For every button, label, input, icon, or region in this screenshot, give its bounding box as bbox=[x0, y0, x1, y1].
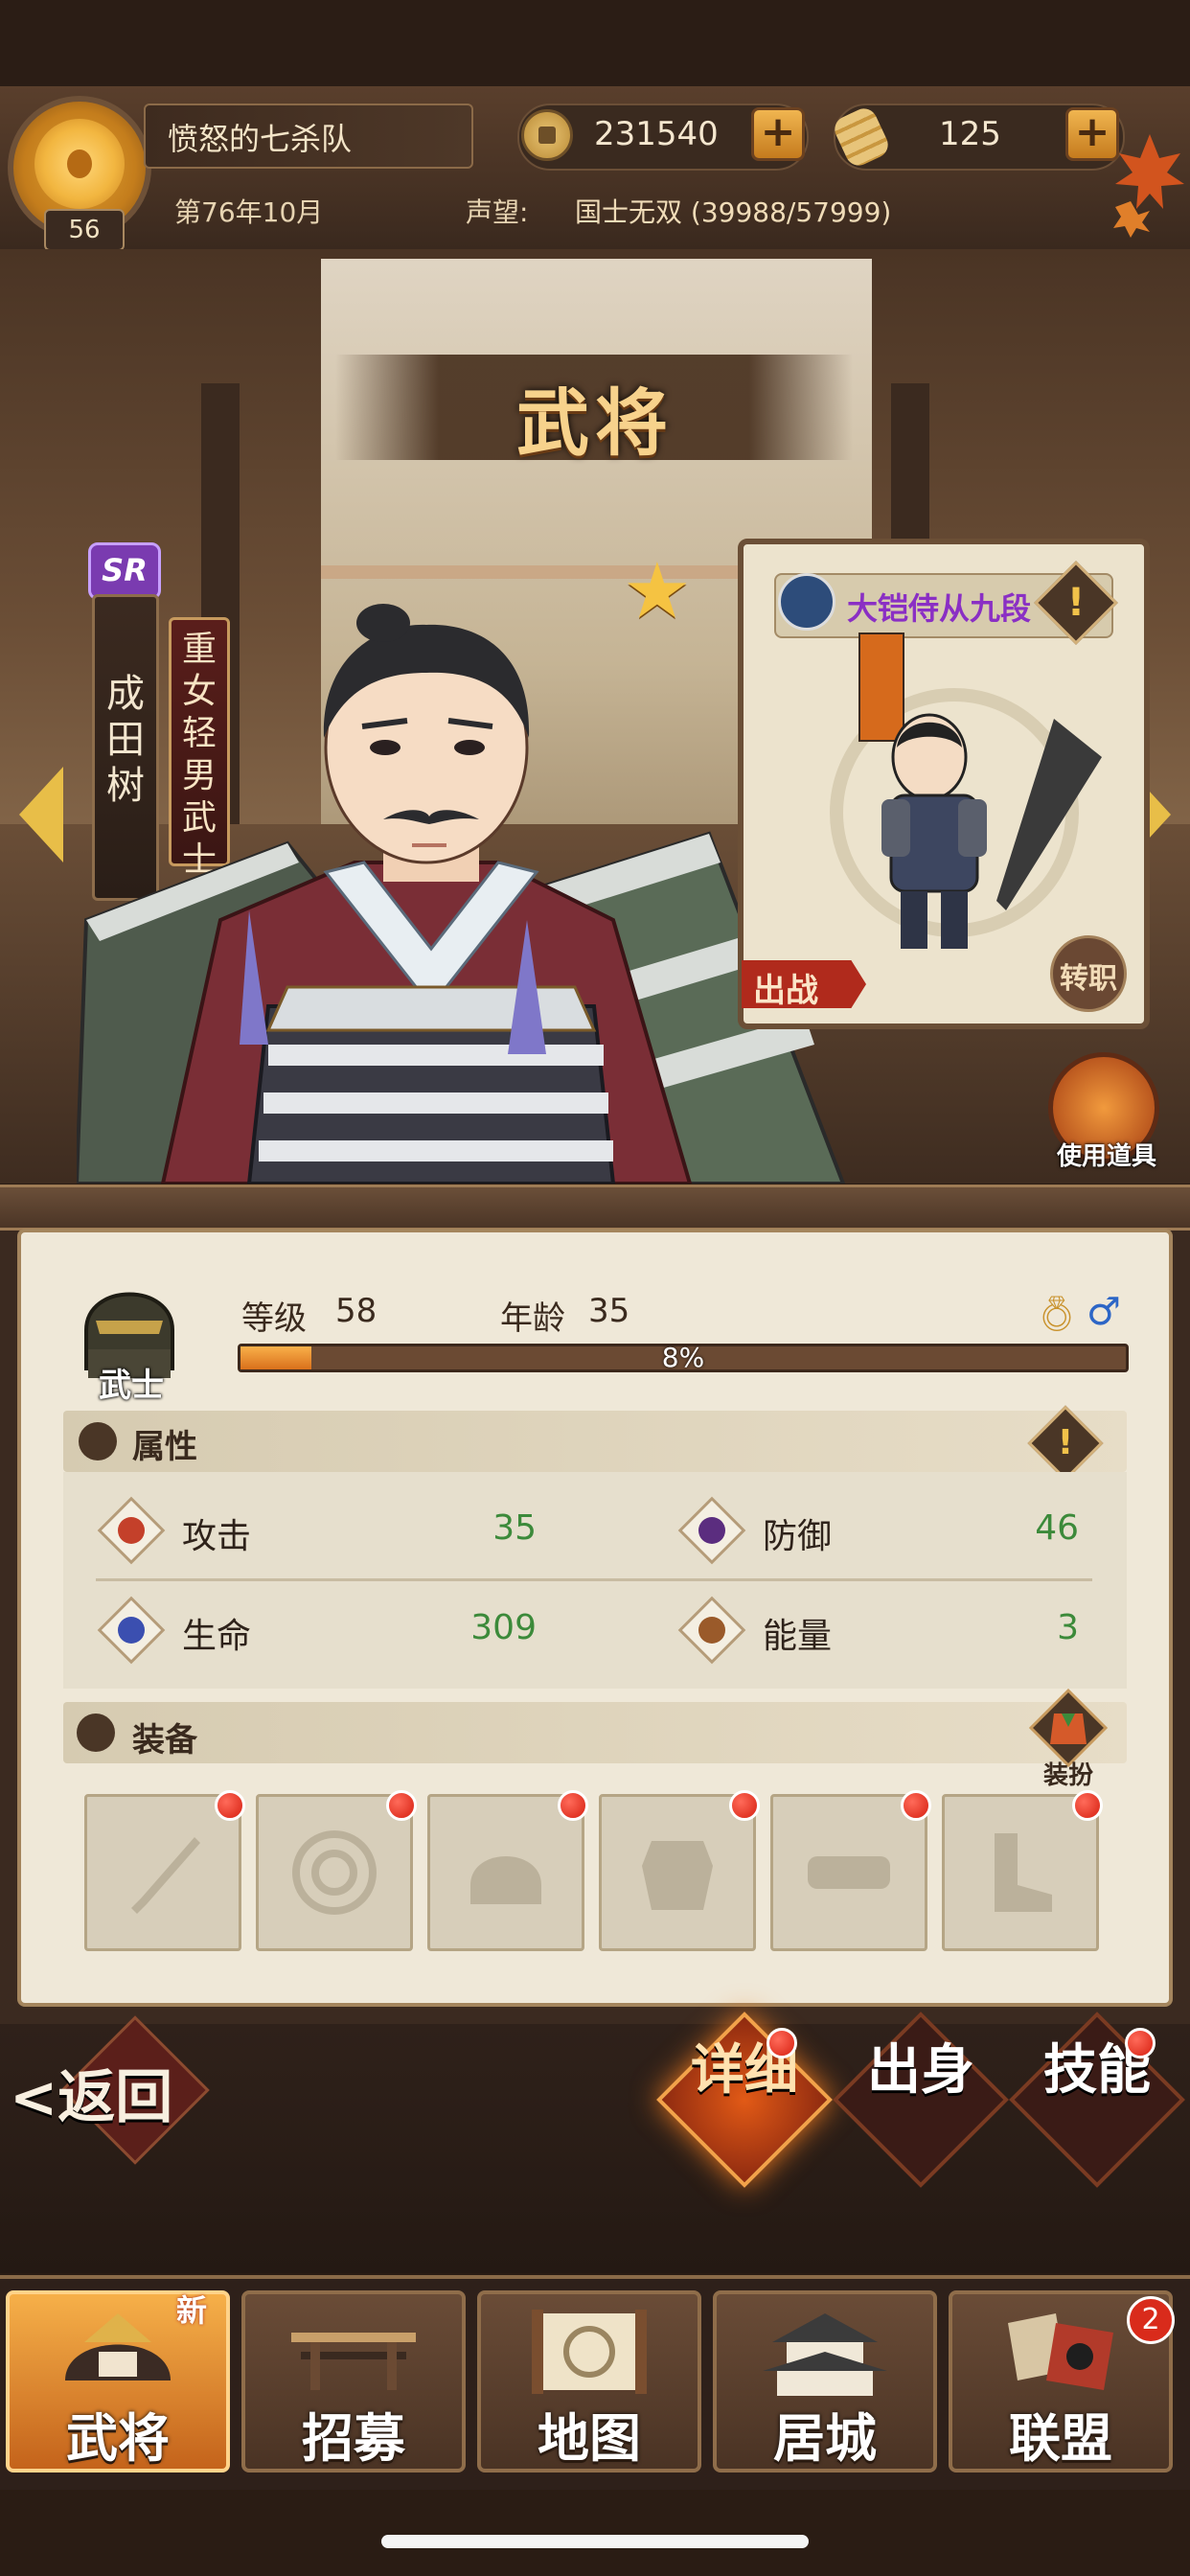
samurai-rank-icon bbox=[778, 573, 835, 631]
soldier-sprite bbox=[881, 713, 1102, 949]
maple-leaf-icon bbox=[1113, 134, 1184, 238]
class-label: 武士 bbox=[99, 1367, 164, 1405]
page-title: 武将 bbox=[516, 380, 674, 466]
level-label: 等级 bbox=[241, 1300, 307, 1338]
shield-slot-alert-dot bbox=[386, 1790, 417, 1821]
xp-percent: 8% bbox=[661, 1342, 705, 1373]
map-scroll-icon bbox=[532, 2310, 647, 2394]
panel-divider bbox=[0, 1184, 1190, 1230]
hero-portrait bbox=[77, 604, 846, 1184]
stat-value-health: 309 bbox=[470, 1608, 537, 1647]
outfit-label: 装扮 bbox=[1042, 1761, 1093, 1790]
back-arrow-icon: < bbox=[10, 2064, 58, 2131]
level-value: 58 bbox=[335, 1292, 378, 1330]
coin-icon bbox=[521, 109, 573, 161]
game-date: 第76年10月 bbox=[174, 196, 324, 228]
stat-value-defense: 46 bbox=[1035, 1508, 1079, 1548]
add-coins-button[interactable]: + bbox=[751, 107, 805, 161]
new-tag: 新 bbox=[176, 2292, 208, 2329]
attributes-header bbox=[63, 1411, 1127, 1472]
age-label: 年龄 bbox=[500, 1300, 565, 1338]
deploy-label: 出战 bbox=[753, 972, 818, 1010]
nav-map-label: 地图 bbox=[538, 2408, 641, 2469]
nav-castle-label: 居城 bbox=[773, 2408, 877, 2469]
belt-slot-alert-dot bbox=[901, 1790, 931, 1821]
home-indicator[interactable] bbox=[381, 2535, 809, 2548]
crest-flower-icon bbox=[34, 119, 125, 209]
scroll-icon bbox=[79, 1422, 117, 1460]
helmet-slot[interactable] bbox=[427, 1794, 584, 1951]
star-icon: ★ bbox=[623, 546, 692, 635]
equipment-title: 装备 bbox=[132, 1721, 197, 1760]
use-item-label: 使用道具 bbox=[1056, 1142, 1156, 1171]
stat-divider bbox=[96, 1578, 1092, 1581]
nav-alliance-label: 联盟 bbox=[1009, 2408, 1112, 2469]
tab-detail-alert-dot bbox=[767, 2028, 797, 2058]
armor-slot-alert-dot bbox=[729, 1790, 760, 1821]
nav-recruit-label: 招募 bbox=[302, 2408, 405, 2469]
boots-slot[interactable] bbox=[942, 1794, 1099, 1951]
previous-hero-arrow-icon[interactable] bbox=[19, 767, 63, 862]
unit-rank: 大铠侍从九段 bbox=[847, 590, 1032, 627]
exclamation-icon: ! bbox=[1057, 1423, 1074, 1462]
stat-value-attack: 35 bbox=[492, 1508, 537, 1548]
back-label: 返回 bbox=[57, 2064, 173, 2131]
status-bar bbox=[0, 0, 1190, 86]
male-gender-icon: ♂ bbox=[1087, 1290, 1121, 1334]
team-name: 愤怒的七杀队 bbox=[168, 121, 353, 157]
stat-label-energy: 能量 bbox=[763, 1617, 833, 1656]
stat-label-attack: 攻击 bbox=[182, 1517, 252, 1556]
reputation-label: 声望: bbox=[466, 196, 529, 228]
coin-amount: 231540 bbox=[594, 115, 719, 153]
kabuto-helmet-icon bbox=[65, 2313, 171, 2380]
stat-value-energy: 3 bbox=[1057, 1608, 1079, 1647]
boots-slot-alert-dot bbox=[1072, 1790, 1103, 1821]
tab-skill-alert-dot bbox=[1125, 2028, 1156, 2058]
belt-slot[interactable] bbox=[770, 1794, 927, 1951]
helmet-slot-alert-dot bbox=[558, 1790, 588, 1821]
alliance-banner-icon bbox=[1008, 2313, 1113, 2390]
attributes-title: 属性 bbox=[132, 1428, 197, 1466]
armor-slot[interactable] bbox=[599, 1794, 756, 1951]
back-button[interactable]: <返回 bbox=[10, 2051, 172, 2134]
tab-detail[interactable]: 详细 bbox=[668, 2043, 821, 2099]
weapon-slot[interactable] bbox=[84, 1794, 241, 1951]
nav-generals-label: 武将 bbox=[66, 2408, 170, 2469]
age-value: 35 bbox=[588, 1292, 630, 1330]
sword-rack-icon bbox=[291, 2333, 416, 2390]
notification-badge: 2 bbox=[1127, 2296, 1175, 2344]
gold-bar-amount: 125 bbox=[939, 115, 1001, 153]
exclamation-icon: ! bbox=[1066, 581, 1086, 625]
reputation-value: 国士无双 (39988/57999) bbox=[575, 196, 892, 228]
class-change-label: 转职 bbox=[1060, 962, 1117, 996]
ring-icon: 💍︎ bbox=[1035, 1295, 1079, 1334]
stat-label-health: 生命 bbox=[182, 1617, 252, 1656]
shield-slot[interactable] bbox=[256, 1794, 413, 1951]
equipment-header bbox=[63, 1702, 1127, 1763]
weapon-slot-alert-dot bbox=[215, 1790, 245, 1821]
helmet-icon bbox=[77, 1714, 115, 1752]
castle-icon bbox=[763, 2313, 887, 2396]
stat-label-defense: 防御 bbox=[763, 1517, 833, 1556]
tab-origin[interactable]: 出身 bbox=[844, 2043, 997, 2099]
rarity-badge: SR bbox=[88, 542, 161, 600]
player-level-badge: 56 bbox=[44, 209, 125, 251]
